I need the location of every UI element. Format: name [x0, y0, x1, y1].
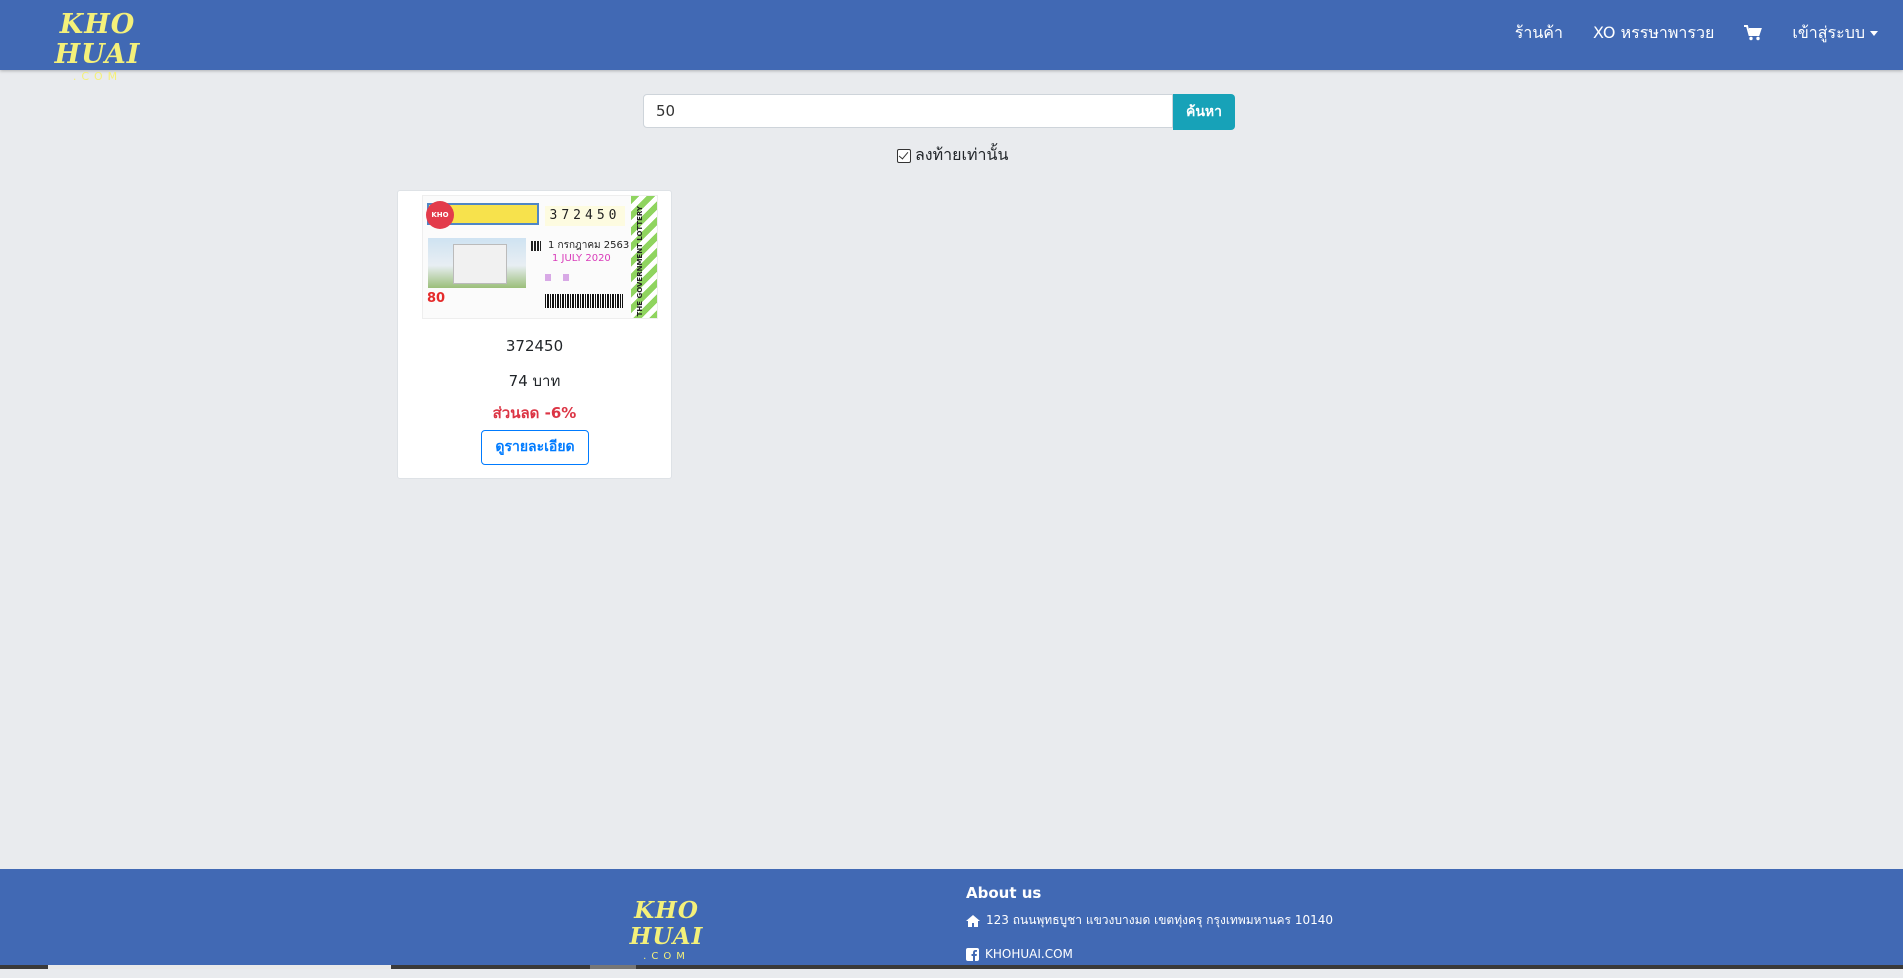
strip-segment: [590, 965, 636, 969]
footer-logo[interactable]: KHO HUAI .COM: [604, 898, 729, 964]
search-bar: ค้นหา: [643, 94, 1236, 130]
lottery-discount: ส่วนลด -6%: [492, 404, 577, 422]
lottery-price: 74 บาท: [508, 372, 561, 390]
nav-shop-link[interactable]: ร้านค้า: [1515, 21, 1563, 46]
ticket-date-en: 1 JULY 2020: [552, 253, 611, 264]
footer-brand-name: KHO HUAI: [629, 897, 704, 950]
ends-with-only-option[interactable]: ลงท้ายเท่านั้น: [897, 143, 1008, 168]
ticket-tag-set: ​: [545, 274, 551, 281]
strip-segment: [48, 965, 391, 969]
search-button[interactable]: ค้นหา: [1173, 94, 1236, 130]
brand-sub: .COM: [72, 70, 123, 83]
ticket-date-th: 1 กรกฎาคม 2563: [548, 240, 630, 251]
ticket-tags: ​​: [545, 272, 581, 282]
facebook-link[interactable]: KHOHUAI.COM: [966, 947, 1333, 961]
lottery-card: KHO 372450 1 กรกฎาคม 2563 1 JULY 2020 ​​…: [397, 190, 672, 479]
address-line: 123 ถนนพุทธบูชา แขวงบางมด เขตทุ่งครุ กรุ…: [966, 911, 1333, 930]
lottery-ticket-image[interactable]: KHO 372450 1 กรกฎาคม 2563 1 JULY 2020 ​​…: [422, 195, 658, 319]
checkbox-label: ลงท้ายเท่านั้น: [915, 145, 1009, 164]
ticket-tag-series: ​: [563, 274, 569, 281]
facebook-text: KHOHUAI.COM: [985, 947, 1073, 961]
qr-code-icon: [531, 241, 541, 251]
home-icon: [966, 914, 980, 927]
navbar: KHO HUAI .COM ร้านค้า XO หรรษาพารวย เข้า…: [0, 0, 1903, 84]
login-label: เข้าสู่ระบบ: [1792, 22, 1865, 42]
ticket-side-text: THE GOVERNMENT LOTTERY: [636, 206, 644, 317]
caret-down-icon: [1870, 30, 1878, 36]
building-icon: [453, 244, 507, 284]
about-title: About us: [966, 884, 1042, 902]
ticket-price: 80: [427, 291, 446, 306]
brand-logo[interactable]: KHO HUAI .COM: [25, 10, 170, 84]
ticket-side-stripe: [631, 196, 657, 318]
about-section: About us 123 ถนนพุทธบูชา แขวงบางมด เขตทุ…: [966, 884, 1333, 978]
ticket-digits: 372450: [545, 206, 625, 226]
ticket-stamp: KHO: [426, 201, 454, 229]
view-details-button[interactable]: ดูรายละเอียด: [481, 430, 589, 465]
lottery-number: 372450: [505, 337, 564, 355]
nav-menu: ร้านค้า XO หรรษาพารวย เข้าสู่ระบบ: [1485, 0, 1878, 66]
footer-brand-sub: .COM: [643, 951, 690, 962]
nav-xo-link[interactable]: XO หรรษาพารวย: [1593, 21, 1714, 46]
checkbox-checked-icon[interactable]: [897, 148, 911, 163]
shopping-cart-icon[interactable]: [1744, 25, 1763, 41]
facebook-icon: [966, 947, 979, 961]
bottom-scroll-strip: [0, 965, 1903, 969]
barcode-icon: [545, 294, 623, 308]
brand-name: KHO HUAI: [54, 9, 141, 70]
search-input[interactable]: [643, 94, 1173, 128]
footer: KHO HUAI .COM About us 123 ถนนพุทธบูชา แ…: [0, 869, 1903, 969]
login-dropdown[interactable]: เข้าสู่ระบบ: [1792, 21, 1878, 46]
address-text: 123 ถนนพุทธบูชา แขวงบางมด เขตทุ่งครุ กรุ…: [986, 913, 1333, 927]
